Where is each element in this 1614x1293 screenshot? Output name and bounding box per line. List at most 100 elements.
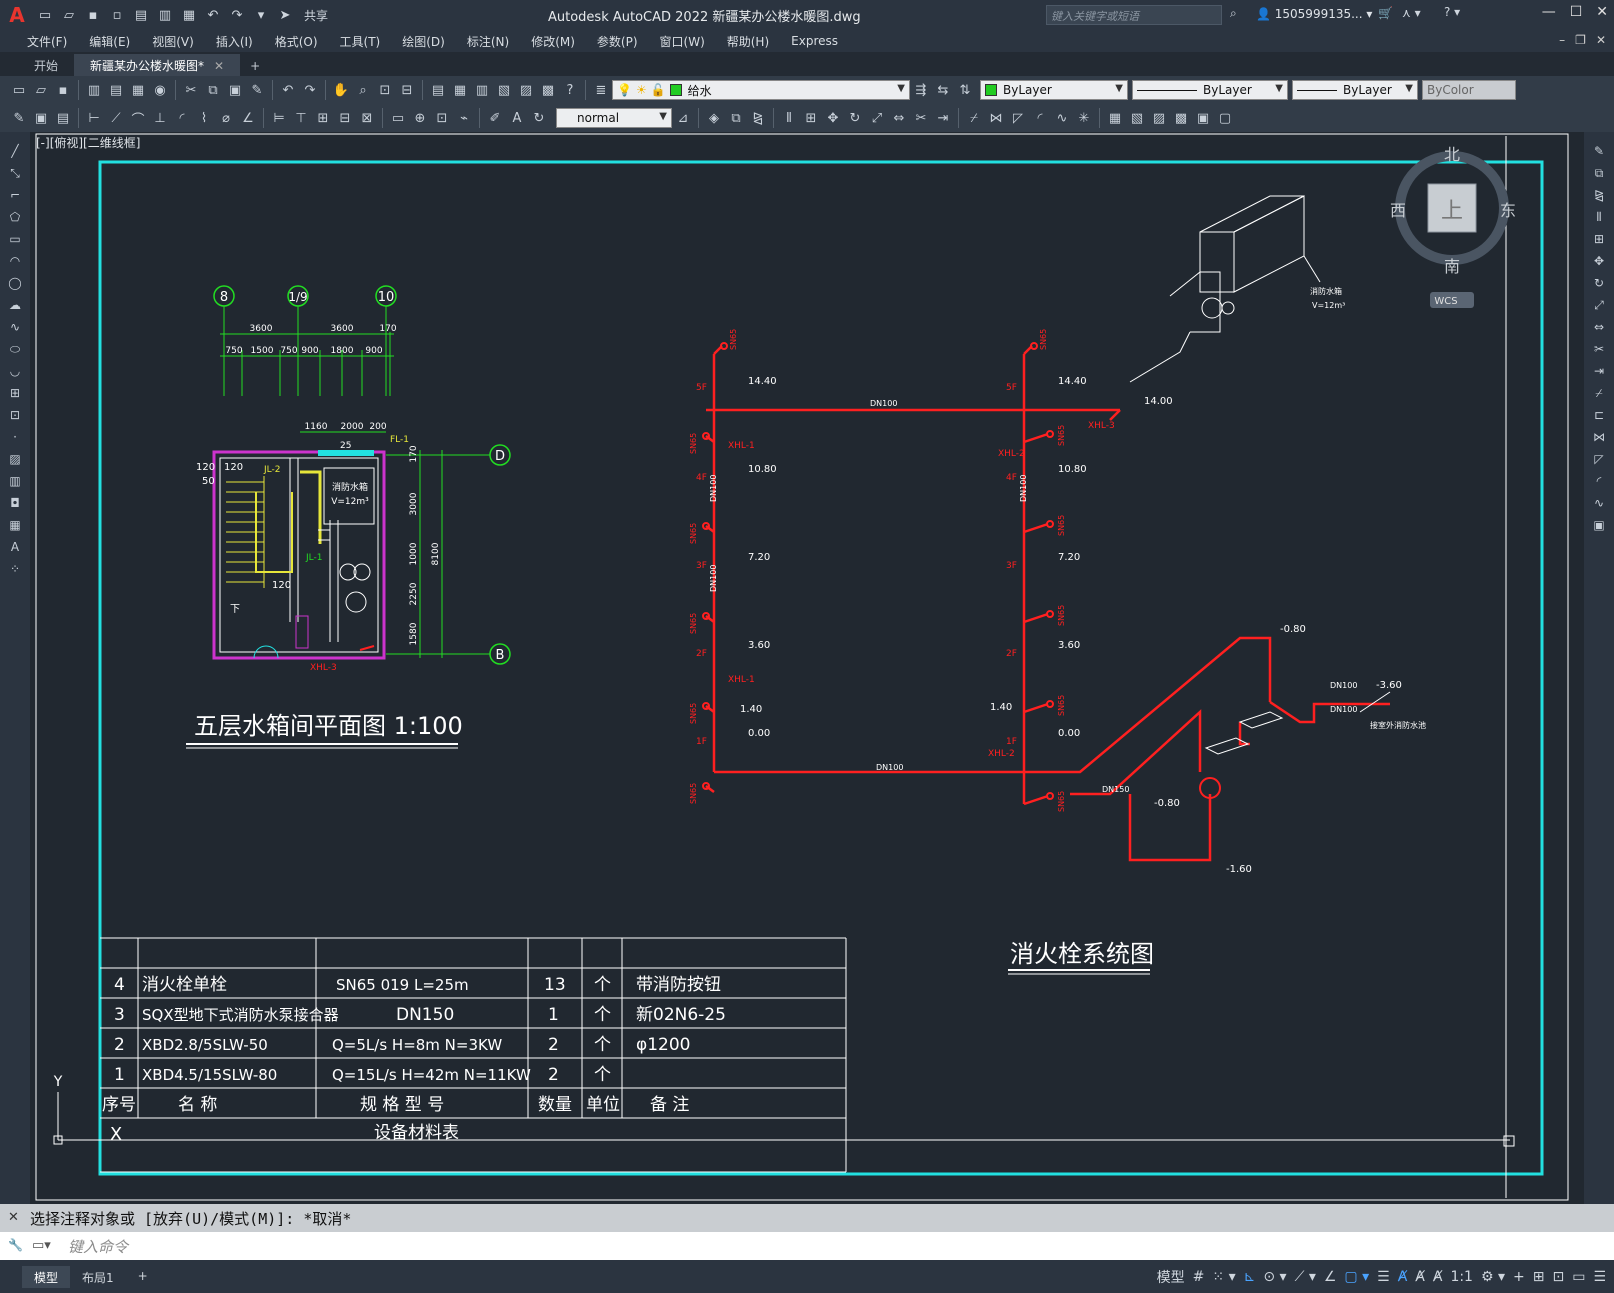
- save-icon[interactable]: ▪: [82, 4, 104, 26]
- dim-break-icon[interactable]: ⊠: [357, 108, 377, 128]
- attribute-icon[interactable]: ▤: [53, 108, 73, 128]
- share-button[interactable]: 共享: [304, 7, 328, 24]
- gradient-icon[interactable]: ▥: [5, 472, 25, 490]
- aligned-dim-icon[interactable]: ⟋: [106, 108, 126, 128]
- polyline-icon[interactable]: ⌐: [5, 186, 25, 204]
- quick-dim-icon[interactable]: ⊨: [269, 108, 289, 128]
- minimize-icon[interactable]: —: [1542, 4, 1556, 20]
- circle-icon[interactable]: ◯: [5, 274, 25, 292]
- drawing-canvas[interactable]: 8 1/9 10 D B 3600 3600 170 750 1500 750 …: [30, 132, 1584, 1204]
- menu-draw[interactable]: 绘图(D): [391, 33, 456, 50]
- menu-window[interactable]: 窗口(W): [649, 33, 716, 50]
- new-file-icon[interactable]: ▭: [34, 4, 56, 26]
- menu-edit[interactable]: 编辑(E): [78, 33, 141, 50]
- tab-drawing[interactable]: 新疆某办公楼水暖图* ✕: [74, 54, 241, 76]
- move-side-icon[interactable]: ✥: [1589, 252, 1609, 270]
- offset-side-icon[interactable]: ⫴: [1589, 208, 1609, 226]
- search-icon[interactable]: ⌕: [1230, 6, 1237, 21]
- break-side-icon[interactable]: ⊏: [1589, 406, 1609, 424]
- dim-text-edit-icon[interactable]: A: [507, 108, 527, 128]
- hatch-edit-icon[interactable]: ▩: [1171, 108, 1191, 128]
- color-dropdown[interactable]: ByLayer ▼: [980, 80, 1128, 100]
- new-tab-icon[interactable]: +: [240, 56, 270, 76]
- explode-side-icon[interactable]: ▣: [1589, 516, 1609, 534]
- zoom-previous-icon[interactable]: ⊟: [397, 80, 417, 100]
- tab-close-icon[interactable]: ✕: [214, 59, 224, 73]
- dropdown-icon[interactable]: ▾: [250, 4, 272, 26]
- extend-icon[interactable]: ⇥: [933, 108, 953, 128]
- tool-palettes-icon[interactable]: ▥: [472, 80, 492, 100]
- paste-icon[interactable]: ▣: [225, 80, 245, 100]
- inspect-icon[interactable]: ⊡: [432, 108, 452, 128]
- polygon-icon[interactable]: ⬠: [5, 208, 25, 226]
- block-edit-icon[interactable]: ▣: [31, 108, 51, 128]
- menu-insert[interactable]: 插入(I): [205, 33, 264, 50]
- fillet-icon[interactable]: ◜: [1030, 108, 1050, 128]
- menu-view[interactable]: 视图(V): [141, 33, 205, 50]
- view-cube-south[interactable]: 南: [1444, 257, 1460, 276]
- rotate-icon[interactable]: ↻: [845, 108, 865, 128]
- osnap-tracking-icon[interactable]: ∠: [1324, 1269, 1337, 1285]
- array-side-icon[interactable]: ⊞: [1589, 230, 1609, 248]
- group-icon[interactable]: ▦: [1105, 108, 1125, 128]
- copy-object-icon[interactable]: ⧉: [726, 108, 746, 128]
- dimstyle-dropdown[interactable]: normal ▼: [556, 108, 672, 128]
- layer-freeze-icon[interactable]: ☀: [636, 83, 647, 97]
- ellipse-icon[interactable]: ⬭: [5, 340, 25, 358]
- web-icon[interactable]: ◉: [150, 80, 170, 100]
- view-cube[interactable]: 上 北 南 东 西 WCS: [1390, 145, 1516, 308]
- break-point-side-icon[interactable]: ⌿: [1589, 384, 1609, 402]
- move-icon[interactable]: ✥: [823, 108, 843, 128]
- design-center-icon[interactable]: ▦: [450, 80, 470, 100]
- radius-icon[interactable]: ◜: [172, 108, 192, 128]
- continue-icon[interactable]: ⊞: [313, 108, 333, 128]
- lineweight-icon[interactable]: ☰: [1377, 1269, 1390, 1285]
- sheet-set-icon[interactable]: ▧: [494, 80, 514, 100]
- jogged-linear-icon[interactable]: ⌁: [454, 108, 474, 128]
- menu-format[interactable]: 格式(O): [264, 33, 329, 50]
- share-icon[interactable]: ➤: [274, 4, 296, 26]
- lineweight-dropdown[interactable]: ByLayer ▼: [1292, 80, 1418, 100]
- zoom-window-icon[interactable]: ⊡: [375, 80, 395, 100]
- diameter-icon[interactable]: ⌀: [216, 108, 236, 128]
- plotstyle-dropdown[interactable]: ByColor: [1422, 80, 1516, 100]
- menu-file[interactable]: 文件(F): [16, 33, 78, 50]
- layer-properties-icon[interactable]: ≣: [591, 80, 611, 100]
- menu-dimension[interactable]: 标注(N): [456, 33, 520, 50]
- match-prop-icon[interactable]: ✎: [247, 80, 267, 100]
- menu-tools[interactable]: 工具(T): [329, 33, 392, 50]
- dim-space-icon[interactable]: ⊟: [335, 108, 355, 128]
- cart-icon[interactable]: 🛒: [1378, 6, 1393, 20]
- region-icon[interactable]: ◘: [5, 494, 25, 512]
- properties-icon[interactable]: ▤: [428, 80, 448, 100]
- insert-block-icon[interactable]: ⊞: [5, 384, 25, 402]
- table-icon[interactable]: ▦: [5, 516, 25, 534]
- open-icon[interactable]: ▱: [31, 80, 51, 100]
- tolerance-icon[interactable]: ▭: [388, 108, 408, 128]
- array-icon[interactable]: ⊞: [801, 108, 821, 128]
- spline-icon[interactable]: ∿: [5, 318, 25, 336]
- ordinate-icon[interactable]: ⊥: [150, 108, 170, 128]
- baseline-icon[interactable]: ⊤: [291, 108, 311, 128]
- line-icon[interactable]: ╱: [5, 142, 25, 160]
- polar-icon[interactable]: ⊙ ▾: [1263, 1269, 1286, 1285]
- plot-tool-icon[interactable]: ▥: [84, 80, 104, 100]
- stretch-icon[interactable]: ⇔: [889, 108, 909, 128]
- angular-icon[interactable]: ∠: [238, 108, 258, 128]
- clean-screen-icon[interactable]: ▭: [1572, 1269, 1585, 1285]
- copy-icon[interactable]: ⧉: [203, 80, 223, 100]
- chamfer-icon[interactable]: ◸: [1008, 108, 1028, 128]
- snap-icon[interactable]: ⁙ ▾: [1212, 1269, 1235, 1285]
- offset-icon[interactable]: ⫴: [779, 108, 799, 128]
- open-file-icon[interactable]: ▱: [58, 4, 80, 26]
- trim-icon[interactable]: ✂: [911, 108, 931, 128]
- autodesk-app-icon[interactable]: ⋏ ▾: [1402, 6, 1421, 20]
- construction-line-icon[interactable]: ⤡: [5, 164, 25, 182]
- make-block-icon[interactable]: ⊡: [5, 406, 25, 424]
- scale-dropdown[interactable]: 1:1: [1450, 1269, 1473, 1285]
- view-cube-west[interactable]: 西: [1390, 201, 1406, 220]
- trim-side-icon[interactable]: ✂: [1589, 340, 1609, 358]
- linetype-dropdown[interactable]: ByLayer ▼: [1132, 80, 1288, 100]
- layer-dropdown[interactable]: 💡 ☀ 🔓 给水 ▼: [612, 80, 910, 100]
- splinedit-icon[interactable]: ▢: [1215, 108, 1235, 128]
